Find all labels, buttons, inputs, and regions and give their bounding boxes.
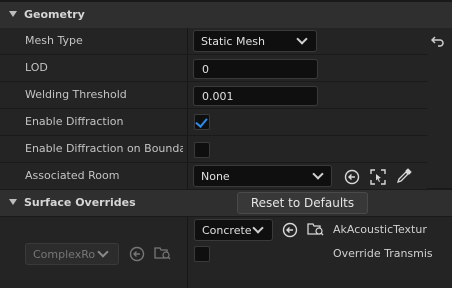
row-splitter[interactable] xyxy=(187,163,188,189)
associated-room-label: Associated Room xyxy=(25,169,120,182)
mesh-type-value: Static Mesh xyxy=(201,35,265,48)
use-selected-icon[interactable] xyxy=(282,222,298,238)
lod-label: LOD xyxy=(25,61,48,74)
chevron-down-icon xyxy=(312,168,324,180)
row-splitter[interactable] xyxy=(187,217,188,288)
browse-actor-icon[interactable] xyxy=(370,169,386,185)
acoustic-texture-label: AkAcousticTextur xyxy=(333,223,427,236)
welding-threshold-value: 0.001 xyxy=(202,90,234,103)
row-lod: LOD 0 xyxy=(0,55,427,81)
reset-column xyxy=(427,28,452,188)
acoustic-texture-value: Concrete xyxy=(202,224,252,237)
row-splitter[interactable] xyxy=(187,55,188,81)
associated-room-value: None xyxy=(201,170,230,183)
surface-material-value: ComplexRo xyxy=(33,248,96,261)
row-associated-room: Associated Room None xyxy=(0,163,427,189)
welding-threshold-input[interactable]: 0.001 xyxy=(193,86,318,106)
reset-to-defaults-button[interactable]: Reset to Defaults xyxy=(237,192,368,214)
chevron-down-icon xyxy=(252,222,264,234)
enable-diffraction-boundary-checkbox[interactable] xyxy=(194,142,210,158)
category-title: Surface Overrides xyxy=(24,196,136,209)
category-title: Geometry xyxy=(24,8,85,21)
mesh-type-select[interactable]: Static Mesh xyxy=(193,30,317,52)
collapse-arrow-icon[interactable] xyxy=(9,11,17,17)
chevron-down-icon xyxy=(296,33,308,45)
welding-threshold-label: Welding Threshold xyxy=(25,88,127,101)
mesh-type-label: Mesh Type xyxy=(25,34,83,47)
reset-arrow-icon[interactable] xyxy=(431,35,445,47)
lod-value: 0 xyxy=(202,63,209,76)
use-selected-icon[interactable] xyxy=(344,169,360,185)
enable-diffraction-label: Enable Diffraction xyxy=(25,115,124,128)
row-enable-diffraction-boundary: Enable Diffraction on Bounda... xyxy=(0,136,427,162)
row-splitter[interactable] xyxy=(187,109,188,135)
row-welding-threshold: Welding Threshold 0.001 xyxy=(0,82,427,108)
row-splitter[interactable] xyxy=(187,82,188,108)
enable-diffraction-checkbox[interactable] xyxy=(194,114,210,130)
collapse-arrow-icon[interactable] xyxy=(9,199,17,205)
category-surface-overrides[interactable]: Surface Overrides xyxy=(0,190,452,216)
browse-folder-icon[interactable] xyxy=(154,245,172,261)
chevron-down-icon xyxy=(97,246,109,258)
category-geometry[interactable]: Geometry xyxy=(0,2,452,28)
row-splitter[interactable] xyxy=(187,28,188,54)
lod-input[interactable]: 0 xyxy=(193,59,318,79)
associated-room-select[interactable]: None xyxy=(193,165,332,187)
checkmark-icon xyxy=(195,115,208,128)
surface-material-select[interactable]: ComplexRo xyxy=(25,243,119,265)
row-mesh-type: Mesh Type Static Mesh xyxy=(0,28,427,54)
enable-diffraction-boundary-label: Enable Diffraction on Bounda... xyxy=(25,142,183,155)
row-enable-diffraction: Enable Diffraction xyxy=(0,109,427,135)
override-transmission-checkbox[interactable] xyxy=(194,246,210,262)
row-splitter[interactable] xyxy=(187,136,188,162)
acoustic-texture-select[interactable]: Concrete xyxy=(194,219,273,241)
browse-folder-icon[interactable] xyxy=(307,221,325,237)
eyedropper-icon[interactable] xyxy=(396,168,412,184)
use-selected-icon[interactable] xyxy=(129,246,145,262)
override-transmission-label: Override Transmis xyxy=(333,247,433,260)
